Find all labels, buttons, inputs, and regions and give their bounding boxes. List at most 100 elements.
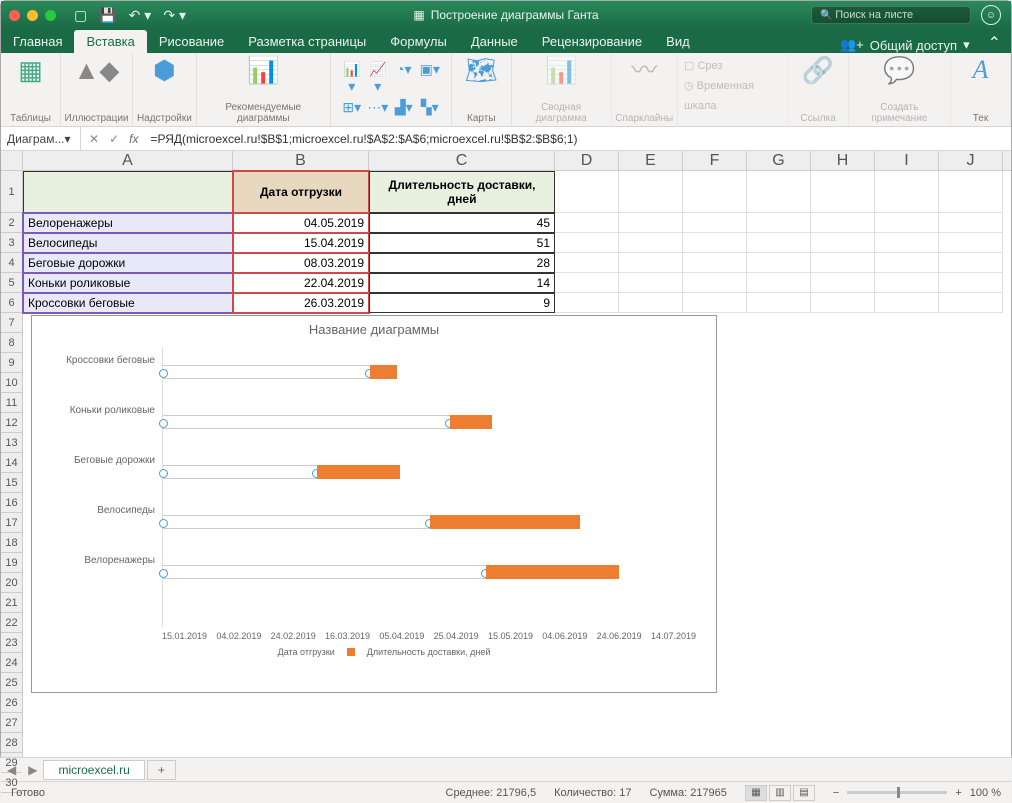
name-box[interactable]: Диаграм... ▾ <box>1 127 81 150</box>
chart-title[interactable]: Название диаграммы <box>32 316 716 343</box>
zoom-level[interactable]: 100 % <box>970 787 1001 799</box>
cell[interactable]: 26.03.2019 <box>233 293 369 313</box>
row-header[interactable]: 16 <box>1 493 22 513</box>
ribbon-illustrations[interactable]: ▲◆Иллюстрации <box>61 53 133 126</box>
cell[interactable]: Велосипеды <box>23 233 233 253</box>
row-header[interactable]: 5 <box>1 273 22 293</box>
row-header[interactable]: 24 <box>1 653 22 673</box>
cell[interactable]: 04.05.2019 <box>233 213 369 233</box>
cell[interactable] <box>875 253 939 273</box>
zoom-in[interactable]: + <box>955 787 961 799</box>
col-header-i[interactable]: I <box>875 151 939 170</box>
formula-input[interactable]: =РЯД(microexcel.ru!$B$1;microexcel.ru!$A… <box>146 132 1011 146</box>
cell[interactable] <box>555 233 619 253</box>
cell[interactable] <box>683 273 747 293</box>
chart-plot-area[interactable]: Кроссовки беговые Коньки роликовые Бегов… <box>162 347 696 627</box>
row-header[interactable]: 14 <box>1 453 22 473</box>
cell[interactable]: 28 <box>369 253 555 273</box>
col-header-j[interactable]: J <box>939 151 1003 170</box>
cell[interactable] <box>747 213 811 233</box>
cell[interactable]: 9 <box>369 293 555 313</box>
zoom-out[interactable]: − <box>833 787 839 799</box>
ribbon-text[interactable]: AТек <box>951 53 1011 126</box>
cell[interactable] <box>939 273 1003 293</box>
cell[interactable] <box>683 233 747 253</box>
cell[interactable] <box>939 253 1003 273</box>
cell[interactable] <box>811 233 875 253</box>
cell[interactable]: Дата отгрузки <box>233 171 369 213</box>
col-header-f[interactable]: F <box>683 151 747 170</box>
cell[interactable] <box>811 253 875 273</box>
col-header-b[interactable]: B <box>233 151 369 170</box>
view-page-break[interactable]: ▤ <box>793 785 815 801</box>
cell[interactable] <box>811 273 875 293</box>
cell[interactable]: 08.03.2019 <box>233 253 369 273</box>
col-header-c[interactable]: C <box>369 151 555 170</box>
cell[interactable]: Беговые дорожки <box>23 253 233 273</box>
tab-view[interactable]: Вид <box>654 30 702 53</box>
pie-chart-icon[interactable]: ◔▾ <box>393 61 415 95</box>
cell[interactable]: Длительность доставки, дней <box>369 171 555 213</box>
radar-chart-icon[interactable]: ▚▾ <box>419 99 441 116</box>
cell[interactable] <box>811 293 875 313</box>
zoom-slider[interactable] <box>847 791 947 794</box>
view-normal[interactable]: ▦ <box>745 785 767 801</box>
row-header[interactable]: 25 <box>1 673 22 693</box>
maximize-icon[interactable] <box>45 10 56 21</box>
search-input[interactable]: Поиск на листе <box>811 6 971 24</box>
col-header-e[interactable]: E <box>619 151 683 170</box>
sheet-nav-prev[interactable]: ◀ <box>1 763 22 777</box>
cell[interactable]: 45 <box>369 213 555 233</box>
cell[interactable] <box>939 213 1003 233</box>
cell[interactable] <box>875 213 939 233</box>
hier-chart-icon[interactable]: ▣▾ <box>419 61 441 95</box>
waterfall-chart-icon[interactable]: ▟▾ <box>393 99 415 116</box>
cell[interactable]: Кроссовки беговые <box>23 293 233 313</box>
row-header[interactable]: 26 <box>1 693 22 713</box>
row-header[interactable]: 10 <box>1 373 22 393</box>
line-chart-icon[interactable]: 📈▾ <box>367 61 389 95</box>
cell[interactable] <box>619 253 683 273</box>
chart-object[interactable]: Название диаграммы Кроссовки беговые Кон… <box>31 315 717 693</box>
cell[interactable] <box>619 233 683 253</box>
redo-icon[interactable]: ↷ ▾ <box>163 7 186 24</box>
row-header[interactable]: 1 <box>1 171 22 213</box>
row-header[interactable]: 2 <box>1 213 22 233</box>
cell[interactable] <box>811 213 875 233</box>
cell[interactable] <box>811 171 875 213</box>
cell[interactable] <box>555 273 619 293</box>
row-header[interactable]: 7 <box>1 313 22 333</box>
row-header[interactable]: 13 <box>1 433 22 453</box>
cell[interactable]: 15.04.2019 <box>233 233 369 253</box>
cell[interactable]: 14 <box>369 273 555 293</box>
collapse-ribbon-icon[interactable]: ⌃ <box>978 33 1011 53</box>
tab-insert[interactable]: Вставка <box>74 30 146 53</box>
row-header[interactable]: 23 <box>1 633 22 653</box>
cell[interactable] <box>555 171 619 213</box>
cell[interactable] <box>747 233 811 253</box>
cell[interactable] <box>683 213 747 233</box>
grid-body[interactable]: Дата отгрузки Длительность доставки, дне… <box>23 171 1011 757</box>
row-header[interactable]: 19 <box>1 553 22 573</box>
cell[interactable] <box>619 293 683 313</box>
cell[interactable] <box>875 233 939 253</box>
bar-chart-icon[interactable]: 📊▾ <box>341 61 363 95</box>
cell[interactable] <box>939 293 1003 313</box>
stat-chart-icon[interactable]: ⊞▾ <box>341 99 363 116</box>
cell[interactable] <box>23 171 233 213</box>
chart-legend[interactable]: Дата отгрузки Длительность доставки, дне… <box>32 641 716 663</box>
col-header-h[interactable]: H <box>811 151 875 170</box>
cell[interactable]: 51 <box>369 233 555 253</box>
enter-formula-icon[interactable]: ✓ <box>109 132 119 146</box>
autosave-icon[interactable]: ▢ <box>74 7 87 24</box>
cell[interactable] <box>875 293 939 313</box>
row-header[interactable]: 27 <box>1 713 22 733</box>
row-header[interactable]: 18 <box>1 533 22 553</box>
sheet-nav-next[interactable]: ▶ <box>22 763 43 777</box>
sheet-tab[interactable]: microexcel.ru <box>43 760 144 780</box>
scatter-chart-icon[interactable]: ⋯▾ <box>367 99 389 116</box>
row-header[interactable]: 6 <box>1 293 22 313</box>
cell[interactable] <box>875 273 939 293</box>
account-icon[interactable]: ☺ <box>981 5 1001 25</box>
cell[interactable] <box>747 171 811 213</box>
